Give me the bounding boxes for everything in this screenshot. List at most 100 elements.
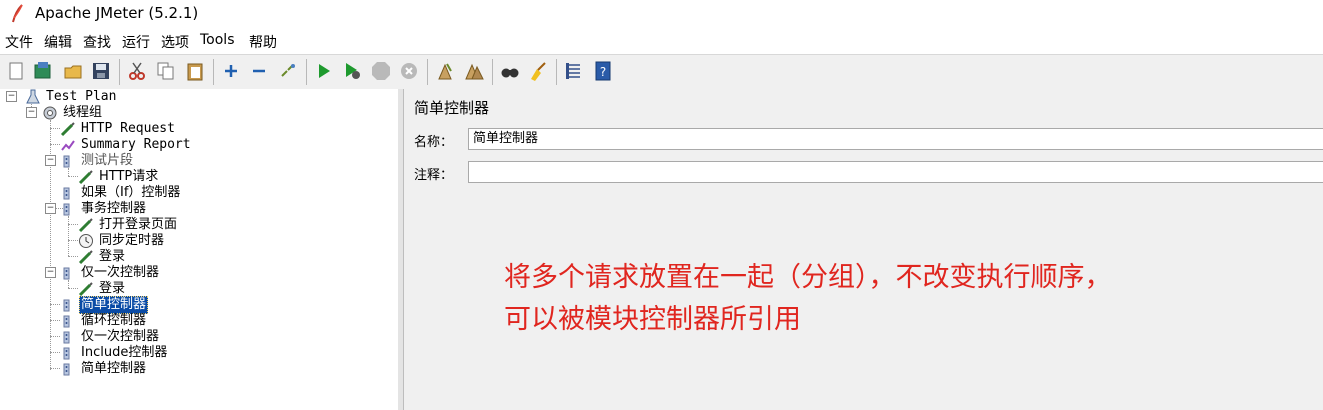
new-icon[interactable]: [5, 60, 27, 82]
start-icon[interactable]: [313, 60, 335, 82]
tree-node-once-only-controller[interactable]: 仅一次控制器: [60, 265, 161, 281]
controller-icon: [60, 153, 76, 169]
tree-connector: [68, 288, 78, 289]
title-bar: Apache JMeter (5.2.1): [0, 0, 1323, 28]
start-no-pause-icon[interactable]: [341, 60, 363, 82]
shutdown-icon[interactable]: [398, 60, 420, 82]
tree-node-include-controller[interactable]: Include控制器: [60, 345, 169, 361]
menu-tools[interactable]: Tools: [200, 32, 235, 48]
clock-icon: [78, 233, 94, 249]
tree-node-label: 如果（If）控制器: [81, 185, 181, 200]
tree-connector: [50, 304, 60, 305]
chart-icon: [60, 137, 76, 153]
menu-file[interactable]: 文件: [5, 32, 33, 52]
menu-options[interactable]: 选项: [161, 32, 189, 52]
annotation-line-2: 可以被模块控制器所引用: [504, 304, 801, 335]
templates-icon[interactable]: [32, 60, 54, 82]
tree-connector: [68, 176, 78, 177]
tree-node-thread-group[interactable]: 线程组: [42, 105, 104, 121]
toolbar-separator: [556, 59, 557, 85]
tree-connector: [50, 128, 60, 129]
save-icon[interactable]: [90, 60, 112, 82]
controller-icon: [60, 345, 76, 361]
tree-connector: [68, 256, 78, 257]
tree-node-open-login-page[interactable]: 打开登录页面: [78, 217, 179, 233]
controller-icon: [60, 329, 76, 345]
search-icon[interactable]: [499, 60, 521, 82]
test-plan-tree[interactable]: − − − − − Test Plan 线程组 HTTP Request Sum…: [0, 89, 399, 410]
tree-node-simple-controller[interactable]: 简单控制器: [60, 361, 148, 377]
toolbar-separator: [427, 59, 428, 85]
controller-icon: [60, 313, 76, 329]
tree-node-loop-controller[interactable]: 循环控制器: [60, 313, 148, 329]
tree-node-if-controller[interactable]: 如果（If）控制器: [60, 185, 182, 201]
tree-node-summary-report[interactable]: Summary Report: [60, 137, 193, 153]
tree-node-test-fragment[interactable]: 测试片段: [60, 153, 135, 169]
tree-node-label: 事务控制器: [81, 201, 147, 216]
tree-connector: [50, 336, 60, 337]
menu-edit[interactable]: 编辑: [44, 32, 72, 52]
tree-node-label: Test Plan: [46, 89, 117, 104]
paste-icon[interactable]: [184, 60, 206, 82]
flask-icon: [25, 89, 41, 105]
properties-panel: 简单控制器 名称： 简单控制器 注释： 将多个请求放置在一起（分组），不改变执行…: [404, 89, 1323, 410]
menu-help[interactable]: 帮助: [249, 32, 277, 52]
tree-node-transaction-controller[interactable]: 事务控制器: [60, 201, 148, 217]
tree-connector: [68, 224, 78, 225]
tree-node-label: 登录: [99, 249, 126, 264]
name-field[interactable]: 简单控制器: [468, 128, 1323, 150]
menu-bar: 文件 编辑 查找 运行 选项 Tools 帮助: [0, 30, 1323, 52]
collapse-toggle[interactable]: −: [26, 107, 37, 118]
tree-node-login[interactable]: 登录: [78, 281, 127, 297]
menu-run[interactable]: 运行: [122, 32, 150, 52]
tree-node-label: HTTP请求: [99, 169, 159, 184]
annotation-line-1: 将多个请求放置在一起（分组），不改变执行顺序，: [504, 262, 1112, 293]
tree-node-label: 测试片段: [81, 153, 134, 168]
tree-connector: [68, 216, 69, 256]
toggle-icon[interactable]: [277, 60, 299, 82]
controller-icon: [60, 265, 76, 281]
tree-node-label: 线程组: [63, 105, 103, 120]
jmeter-feather-icon: [12, 4, 23, 23]
controller-icon: [60, 361, 76, 377]
tree-node-http-request[interactable]: HTTP Request: [60, 121, 177, 137]
svg-text:?: ?: [600, 65, 606, 79]
cut-icon[interactable]: [126, 60, 148, 82]
reset-search-icon[interactable]: [527, 60, 549, 82]
toolbar: ?: [0, 54, 1323, 90]
clear-icon[interactable]: [434, 60, 456, 82]
open-icon[interactable]: [62, 60, 84, 82]
collapse-toggle[interactable]: −: [45, 267, 56, 278]
pipette-icon: [60, 121, 76, 137]
pipette-icon: [78, 217, 94, 233]
tree-node-label: HTTP Request: [81, 121, 175, 136]
gear-icon: [42, 105, 58, 121]
collapse-toggle[interactable]: −: [45, 155, 56, 166]
pipette-icon: [78, 281, 94, 297]
comment-field[interactable]: [468, 161, 1323, 183]
expand-icon[interactable]: [220, 60, 242, 82]
tree-connector: [50, 320, 60, 321]
tree-connector: [50, 368, 60, 369]
tree-node-login[interactable]: 登录: [78, 249, 127, 265]
help-icon[interactable]: ?: [592, 60, 614, 82]
tree-node-label: 登录: [99, 281, 126, 296]
copy-icon[interactable]: [155, 60, 177, 82]
tree-node-sync-timer[interactable]: 同步定时器: [78, 233, 166, 249]
function-helper-icon[interactable]: [563, 60, 585, 82]
tree-node-once-only-controller[interactable]: 仅一次控制器: [60, 329, 161, 345]
tree-node-http-sampler[interactable]: HTTP请求: [78, 169, 160, 185]
pipette-icon: [78, 249, 94, 265]
tree-node-label: 简单控制器: [79, 296, 149, 314]
stop-icon[interactable]: [370, 60, 392, 82]
collapse-toggle[interactable]: −: [45, 203, 56, 214]
clear-all-icon[interactable]: [463, 60, 485, 82]
tree-node-simple-controller-selected[interactable]: 简单控制器: [60, 296, 149, 314]
toolbar-separator: [119, 59, 120, 85]
tree-node-test-plan[interactable]: Test Plan: [25, 89, 118, 105]
menu-search[interactable]: 查找: [83, 32, 111, 52]
collapse-toggle[interactable]: −: [6, 91, 17, 102]
collapse-icon[interactable]: [248, 60, 270, 82]
tree-node-label: 循环控制器: [81, 313, 147, 328]
tree-connector: [68, 168, 69, 176]
